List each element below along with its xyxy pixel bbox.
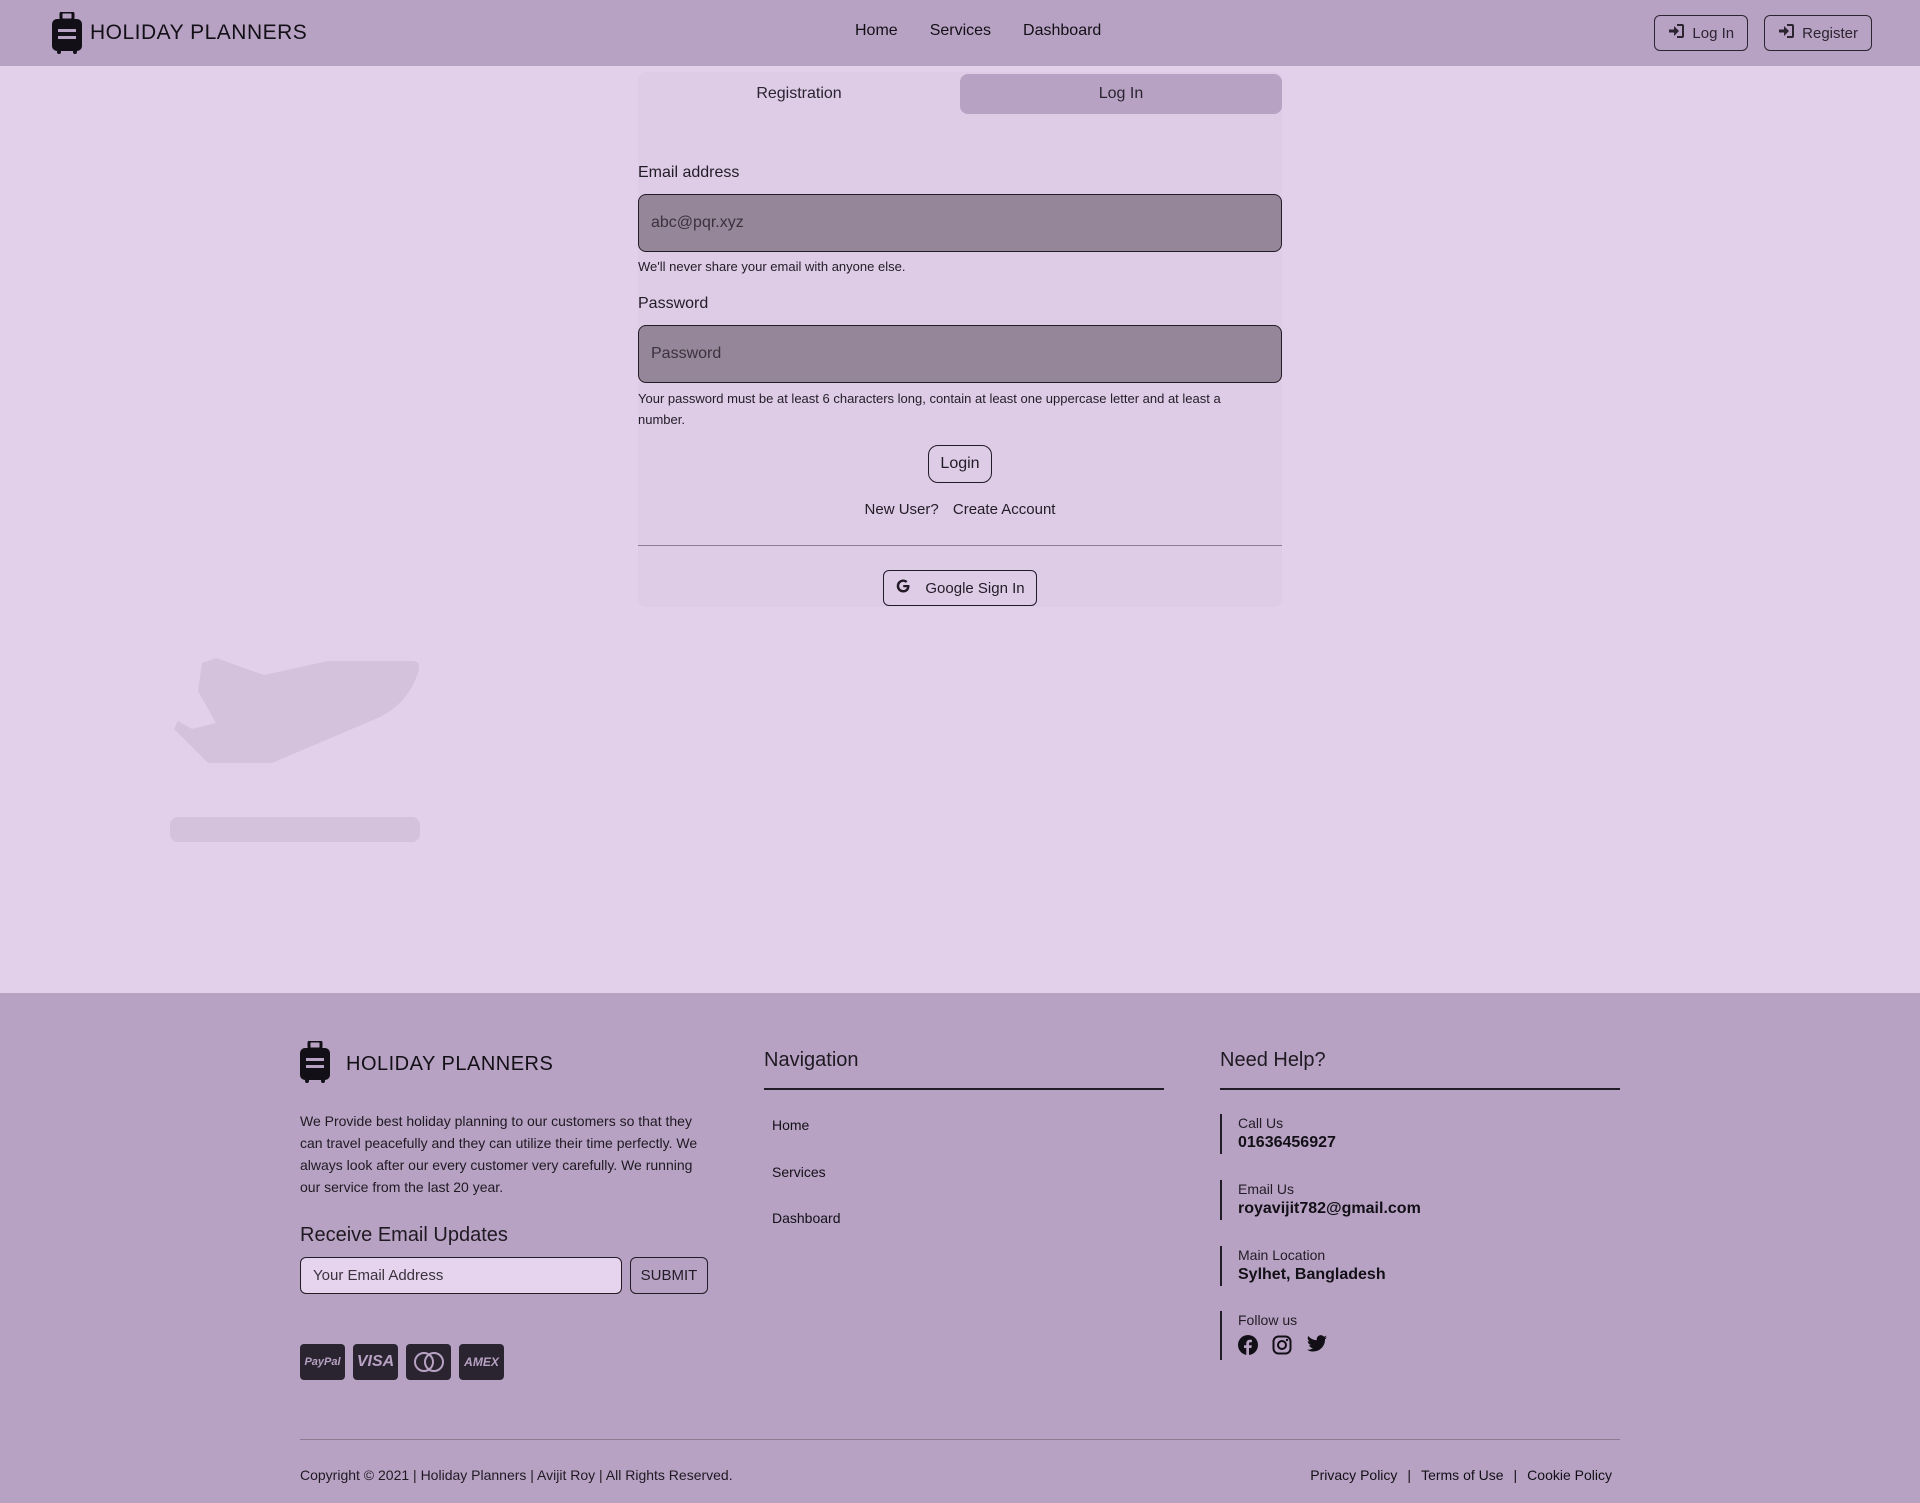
- instagram-icon[interactable]: [1272, 1335, 1292, 1360]
- location-label: Main Location: [1238, 1247, 1326, 1263]
- help-follow: Follow us: [1220, 1311, 1342, 1360]
- help-call: Call Us 01636456927: [1220, 1114, 1336, 1154]
- terms-of-use-link[interactable]: Terms of Use: [1421, 1467, 1503, 1483]
- plane-departure-icon: [170, 658, 420, 842]
- nav-home[interactable]: Home: [855, 22, 898, 40]
- main-nav: Home Services Dashboard: [855, 22, 1133, 40]
- cookie-policy-link[interactable]: Cookie Policy: [1527, 1467, 1612, 1483]
- mastercard-icon: [406, 1344, 451, 1380]
- google-icon: [895, 578, 925, 598]
- facebook-icon[interactable]: [1238, 1335, 1258, 1360]
- footer-help-title: Need Help?: [1220, 1049, 1326, 1071]
- footer-bottom-rule: [300, 1439, 1620, 1440]
- footer-brand[interactable]: HOLIDAY PLANNERS: [300, 1039, 554, 1088]
- nav-register-button[interactable]: Register: [1764, 15, 1872, 51]
- footer-help-rule: [1220, 1088, 1620, 1090]
- footer-navigation-title: Navigation: [764, 1049, 859, 1071]
- create-account-link[interactable]: Create Account: [953, 501, 1056, 518]
- top-navbar: HOLIDAY PLANNERS Home Services Dashboard…: [0, 0, 1920, 66]
- footer-about-text: We Provide best holiday planning to our …: [300, 1113, 698, 1195]
- email-field[interactable]: abc@pqr.xyz: [638, 194, 1282, 252]
- password-field[interactable]: Password: [638, 325, 1282, 383]
- email-label: Email address: [638, 164, 740, 181]
- nav-login-label: Log In: [1692, 24, 1735, 42]
- policy-links: Privacy Policy | Terms of Use | Cookie P…: [1310, 1467, 1612, 1483]
- sign-in-icon: [1668, 24, 1692, 42]
- password-label: Password: [638, 295, 709, 312]
- email-updates-title: Receive Email Updates: [300, 1224, 508, 1246]
- email-us-value: royavijit782@gmail.com: [1238, 1200, 1421, 1217]
- footer-nav-dashboard[interactable]: Dashboard: [772, 1210, 841, 1226]
- help-email: Email Us royavijit782@gmail.com: [1220, 1180, 1421, 1220]
- footer-navigation-rule: [764, 1088, 1164, 1090]
- tab-registration[interactable]: Registration: [638, 74, 960, 114]
- brand-name: HOLIDAY PLANNERS: [90, 21, 308, 44]
- email-help-text: We'll never share your email with anyone…: [638, 259, 906, 274]
- privacy-policy-link[interactable]: Privacy Policy: [1310, 1467, 1397, 1483]
- email-us-label: Email Us: [1238, 1181, 1295, 1197]
- new-user-label: New User?: [864, 501, 939, 518]
- password-help-text: Your password must be at least 6 charact…: [638, 391, 1221, 427]
- suitcase-icon: [300, 1039, 330, 1088]
- footer-nav-services[interactable]: Services: [772, 1164, 826, 1180]
- twitter-icon[interactable]: [1306, 1335, 1328, 1360]
- amex-icon: AMEX: [459, 1344, 504, 1380]
- newsletter-email-field[interactable]: Your Email Address: [300, 1257, 622, 1294]
- call-value: 01636456927: [1238, 1134, 1336, 1151]
- nav-auth-buttons: Log In Register: [1638, 15, 1872, 51]
- policy-separator: |: [1513, 1467, 1518, 1483]
- card-divider: [638, 545, 1282, 546]
- follow-label: Follow us: [1238, 1312, 1298, 1328]
- login-button[interactable]: Login: [928, 445, 992, 483]
- paypal-icon: PayPal: [300, 1344, 345, 1380]
- nav-login-button[interactable]: Log In: [1654, 15, 1749, 51]
- nav-register-label: Register: [1802, 24, 1858, 42]
- newsletter-submit-button[interactable]: SUBMIT: [630, 1257, 708, 1294]
- suitcase-icon: [52, 12, 82, 54]
- auth-tabs: Registration Log In: [638, 74, 1282, 114]
- footer: HOLIDAY PLANNERS We Provide best holiday…: [0, 993, 1920, 1503]
- auth-card: Registration Log In Email address abc@pq…: [638, 72, 1282, 607]
- location-value: Sylhet, Bangladesh: [1238, 1266, 1386, 1283]
- policy-separator: |: [1407, 1467, 1412, 1483]
- sign-in-icon: [1778, 24, 1802, 42]
- help-location: Main Location Sylhet, Bangladesh: [1220, 1246, 1386, 1286]
- visa-icon: VISA: [353, 1344, 398, 1380]
- tab-login[interactable]: Log In: [960, 74, 1282, 114]
- plane-illustration: [168, 655, 422, 850]
- payment-methods: PayPal VISA AMEX: [300, 1344, 512, 1380]
- footer-nav-home[interactable]: Home: [772, 1117, 809, 1133]
- footer-brand-name: HOLIDAY PLANNERS: [346, 1053, 554, 1075]
- google-sign-in-label: Google Sign In: [925, 579, 1025, 597]
- brand[interactable]: HOLIDAY PLANNERS: [52, 12, 307, 54]
- new-user-row: New User? Create Account: [638, 501, 1282, 518]
- call-label: Call Us: [1238, 1115, 1284, 1131]
- google-sign-in-button[interactable]: Google Sign In: [883, 570, 1037, 606]
- nav-dashboard[interactable]: Dashboard: [1023, 22, 1101, 40]
- nav-services[interactable]: Services: [930, 22, 991, 40]
- copyright-text: Copyright © 2021 | Holiday Planners | Av…: [300, 1467, 733, 1483]
- social-links: [1238, 1335, 1342, 1360]
